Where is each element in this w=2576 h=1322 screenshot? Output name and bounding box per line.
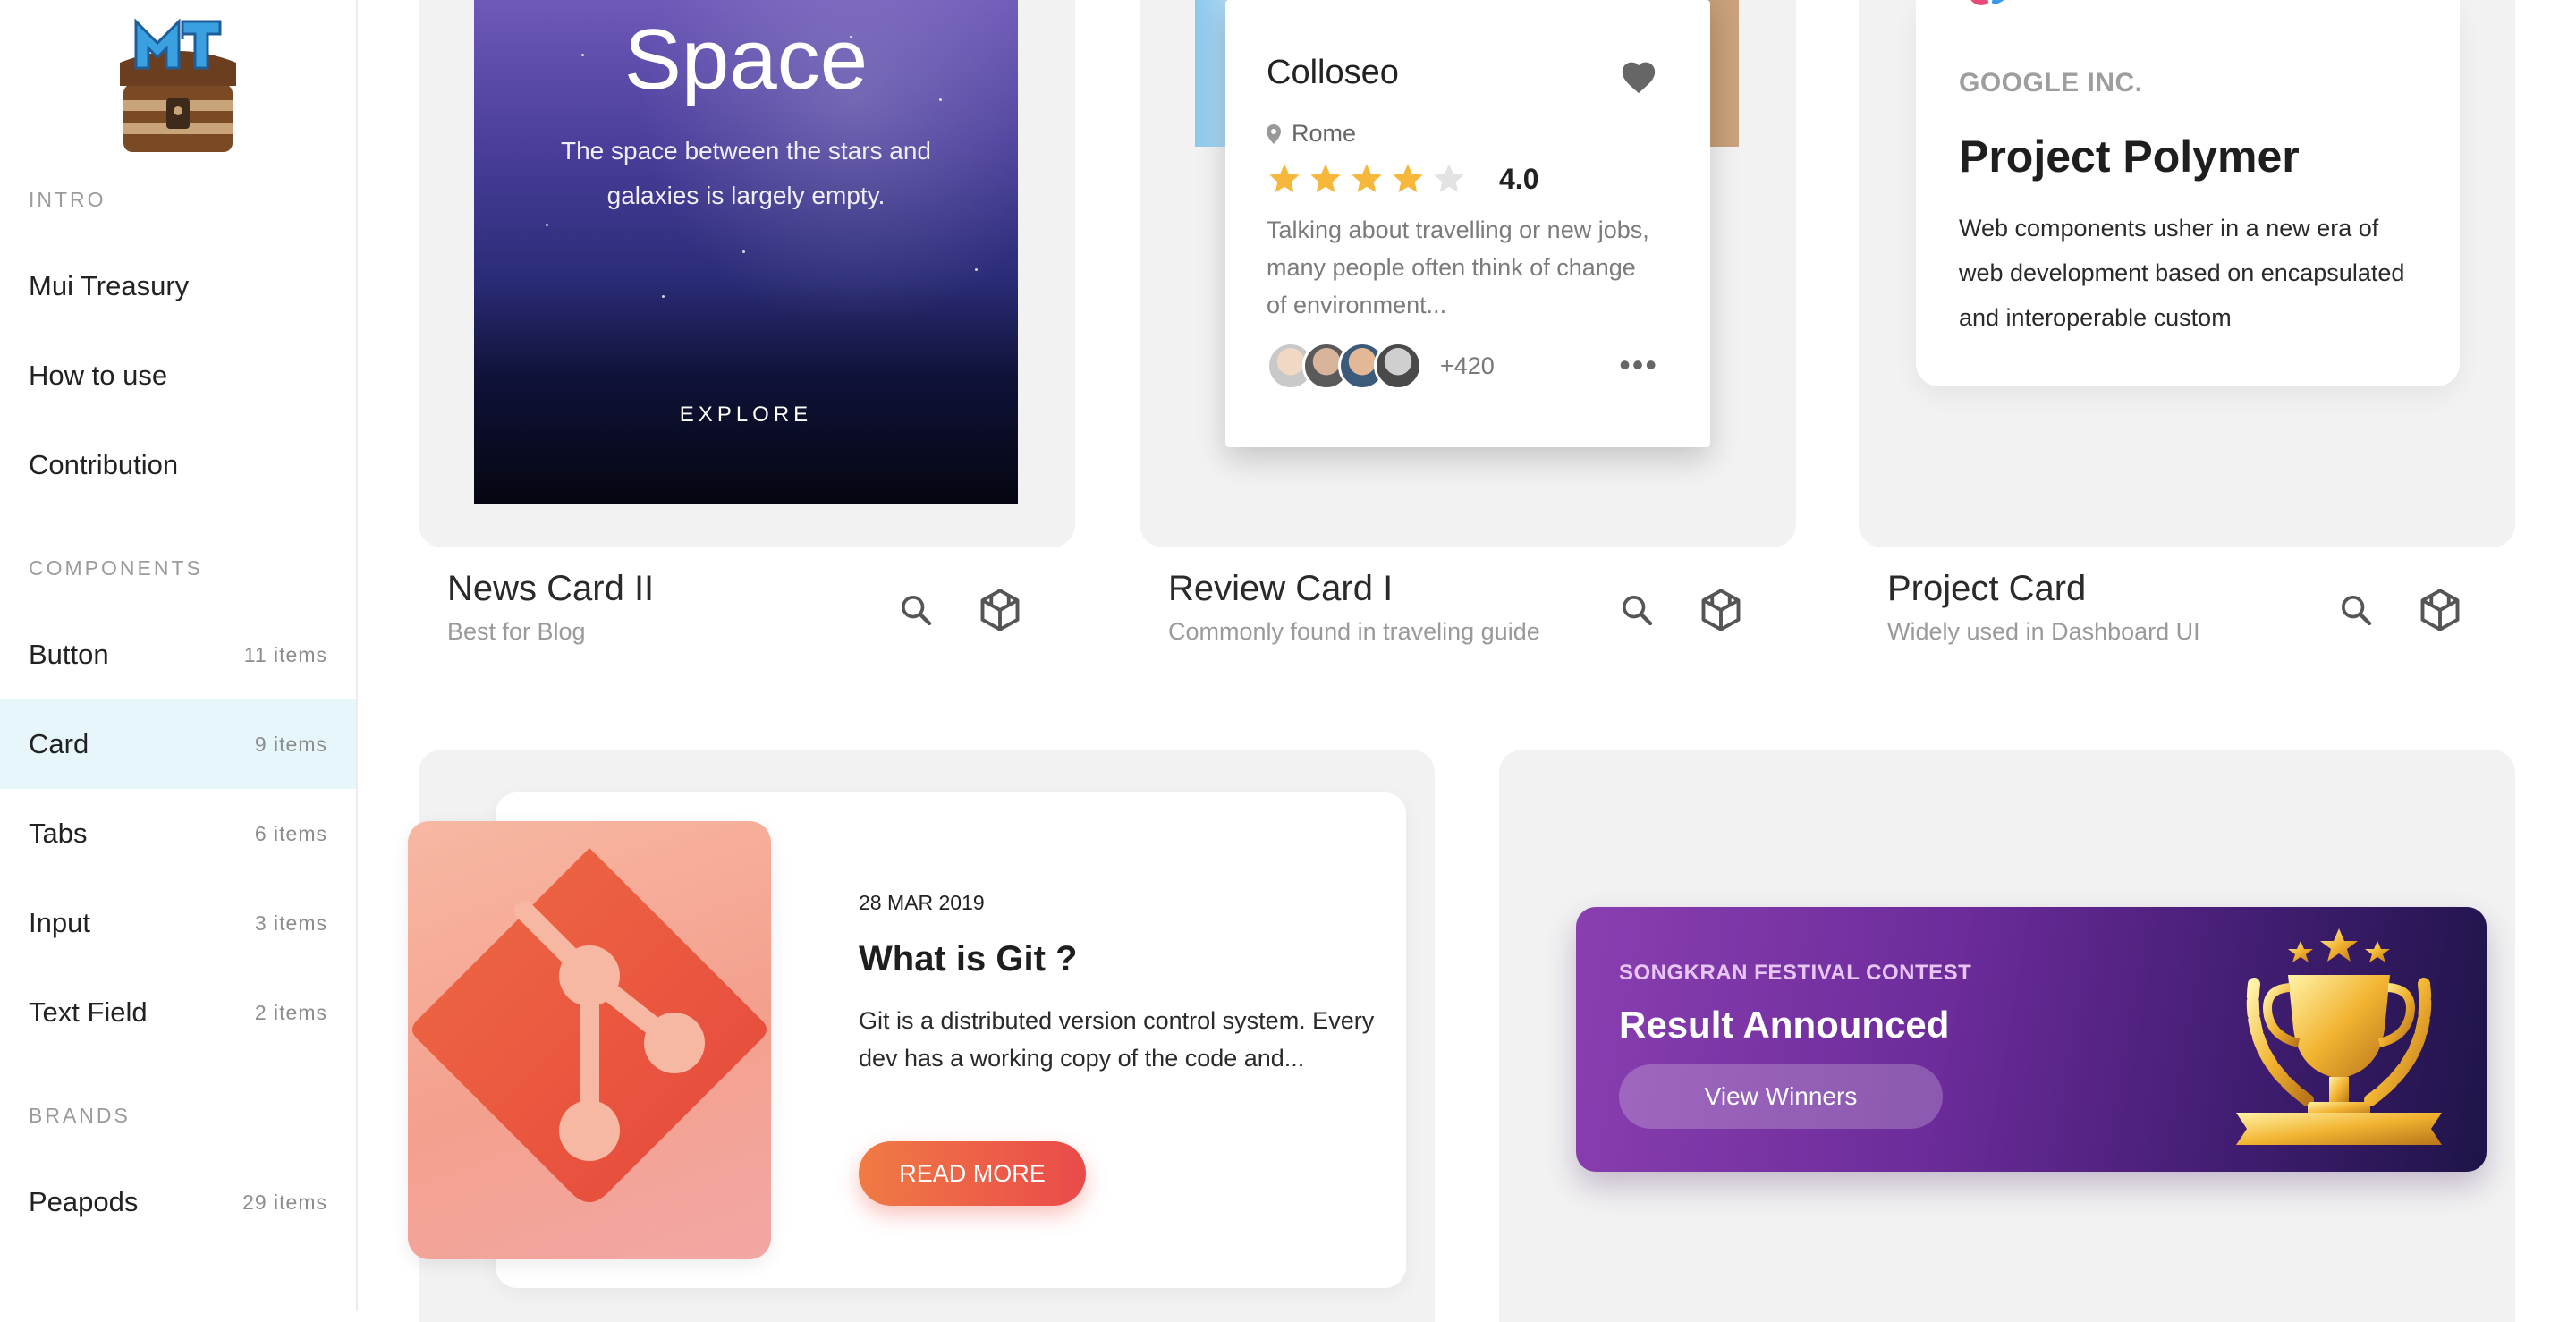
nav-item-label: Mui Treasury xyxy=(29,270,190,301)
trophy-icon xyxy=(2236,928,2442,1145)
nav-item-label: Input xyxy=(29,907,90,938)
card-meta-title: Review Card I xyxy=(1168,569,1394,608)
card-meta-project: Project Card Widely used in Dashboard UI xyxy=(1887,569,2200,646)
treasure-chest-logo[interactable] xyxy=(111,13,245,157)
codesandbox-icon[interactable] xyxy=(977,587,1023,633)
explore-button[interactable]: EXPLORE xyxy=(474,403,1018,428)
festival-promo-card[interactable]: SONGKRAN FESTIVAL CONTEST Result Announc… xyxy=(1576,907,2487,1172)
nav-item-label: Button xyxy=(29,639,109,670)
project-card[interactable]: GOOGLE INC. Project Polymer Web componen… xyxy=(1916,0,2460,386)
nav-item-how-to-use[interactable]: How to use xyxy=(0,331,356,420)
review-card-location: Rome xyxy=(1267,120,1356,148)
card-meta-title: Project Card xyxy=(1887,569,2087,608)
search-icon[interactable] xyxy=(898,592,934,628)
section-label-components: COMPONENTS xyxy=(29,556,203,580)
nav-item-count: 2 items xyxy=(254,1000,327,1024)
blog-description: Git is a distributed version control sys… xyxy=(859,1007,1375,1072)
nav-item-label: Card xyxy=(29,728,89,759)
nav-item-count: 9 items xyxy=(254,732,327,756)
card-actions-review xyxy=(1619,587,1744,633)
brand-logo-fragment xyxy=(1970,0,2004,5)
rating-value: 4.0 xyxy=(1499,162,1539,195)
nav-item-text-field[interactable]: Text Field 2 items xyxy=(0,968,356,1057)
view-winners-button[interactable]: View Winners xyxy=(1619,1064,1943,1129)
review-card-title: Colloseo xyxy=(1267,54,1399,91)
news-card-title: Space xyxy=(623,12,869,107)
codesandbox-icon[interactable] xyxy=(2417,587,2463,633)
promo-subtitle: SONGKRAN FESTIVAL CONTEST xyxy=(1619,961,1972,985)
nav-item-mui-treasury[interactable]: Mui Treasury xyxy=(0,242,356,331)
search-icon[interactable] xyxy=(1619,592,1655,628)
extra-count: +420 xyxy=(1440,352,1495,379)
nav-item-count: 11 items xyxy=(243,642,327,666)
sidebar: INTRO Mui Treasury How to use Contributi… xyxy=(0,0,358,1311)
card-meta-subtitle: Widely used in Dashboard UI xyxy=(1887,618,2200,645)
project-description: Web components usher in a new era of web… xyxy=(1959,215,2405,331)
card-meta-subtitle: Commonly found in traveling guide xyxy=(1168,618,1540,645)
nav-item-label: Tabs xyxy=(29,818,88,849)
nav-item-label: Text Field xyxy=(29,996,148,1028)
card-meta-news: News Card II Best for Blog xyxy=(447,569,654,646)
card-meta-subtitle: Best for Blog xyxy=(447,618,586,645)
project-company: GOOGLE INC. xyxy=(1959,68,2143,97)
blog-title: What is Git ? xyxy=(859,939,1078,979)
news-card-description: The space between the stars and galaxies… xyxy=(560,137,932,209)
blog-date: 28 MAR 2019 xyxy=(859,891,985,914)
star-filled-icon xyxy=(1310,164,1341,192)
avatar xyxy=(1374,342,1422,390)
nav-item-contribution[interactable]: Contribution xyxy=(0,420,356,510)
nav-item-label: Peapods xyxy=(29,1186,139,1217)
review-card[interactable]: Colloseo Rome 4.0 Talking about travelli… xyxy=(1225,0,1710,447)
card-actions-project xyxy=(2338,587,2463,633)
nav-item-count: 29 items xyxy=(242,1190,327,1214)
heart-icon[interactable] xyxy=(1619,59,1658,95)
location-pin-icon xyxy=(1267,123,1281,144)
nav-item-label: Contribution xyxy=(29,449,179,480)
card-meta-title: News Card II xyxy=(447,569,655,608)
star-filled-icon xyxy=(1393,164,1423,192)
nav-item-peapods[interactable]: Peapods 29 items xyxy=(0,1157,356,1247)
git-logo-icon xyxy=(412,848,767,1202)
section-label-intro: INTRO xyxy=(29,188,106,211)
star-filled-icon xyxy=(1352,164,1382,192)
card-actions-news xyxy=(898,587,1023,633)
nav-item-card[interactable]: Card 9 items xyxy=(0,699,356,789)
codesandbox-icon[interactable] xyxy=(1698,587,1744,633)
star-rating: 4.0 xyxy=(1267,161,1538,197)
nav-item-count: 6 items xyxy=(254,821,327,845)
star-filled-icon xyxy=(1269,164,1300,192)
section-label-brands: BRANDS xyxy=(29,1104,131,1127)
nav-item-label: How to use xyxy=(29,360,168,391)
review-card-description: Talking about travelling or new jobs, ma… xyxy=(1267,216,1649,318)
star-empty-icon xyxy=(1434,164,1464,192)
nav-item-count: 3 items xyxy=(254,911,327,935)
nav-item-button[interactable]: Button 11 items xyxy=(0,610,356,699)
card-meta-review: Review Card I Commonly found in travelin… xyxy=(1168,569,1540,646)
avatar-group: +420 xyxy=(1267,342,1495,390)
search-icon[interactable] xyxy=(2338,592,2374,628)
more-options-icon[interactable]: ••• xyxy=(1619,349,1658,381)
project-title: Project Polymer xyxy=(1959,131,2300,182)
location-text: Rome xyxy=(1292,120,1357,147)
git-logo-image xyxy=(408,821,771,1259)
space-news-card[interactable]: Space The space between the stars and ga… xyxy=(474,0,1018,504)
promo-title: Result Announced xyxy=(1619,1004,1950,1046)
nav-item-input[interactable]: Input 3 items xyxy=(0,878,356,968)
read-more-button[interactable]: READ MORE xyxy=(859,1141,1086,1206)
nav-item-tabs[interactable]: Tabs 6 items xyxy=(0,789,356,878)
